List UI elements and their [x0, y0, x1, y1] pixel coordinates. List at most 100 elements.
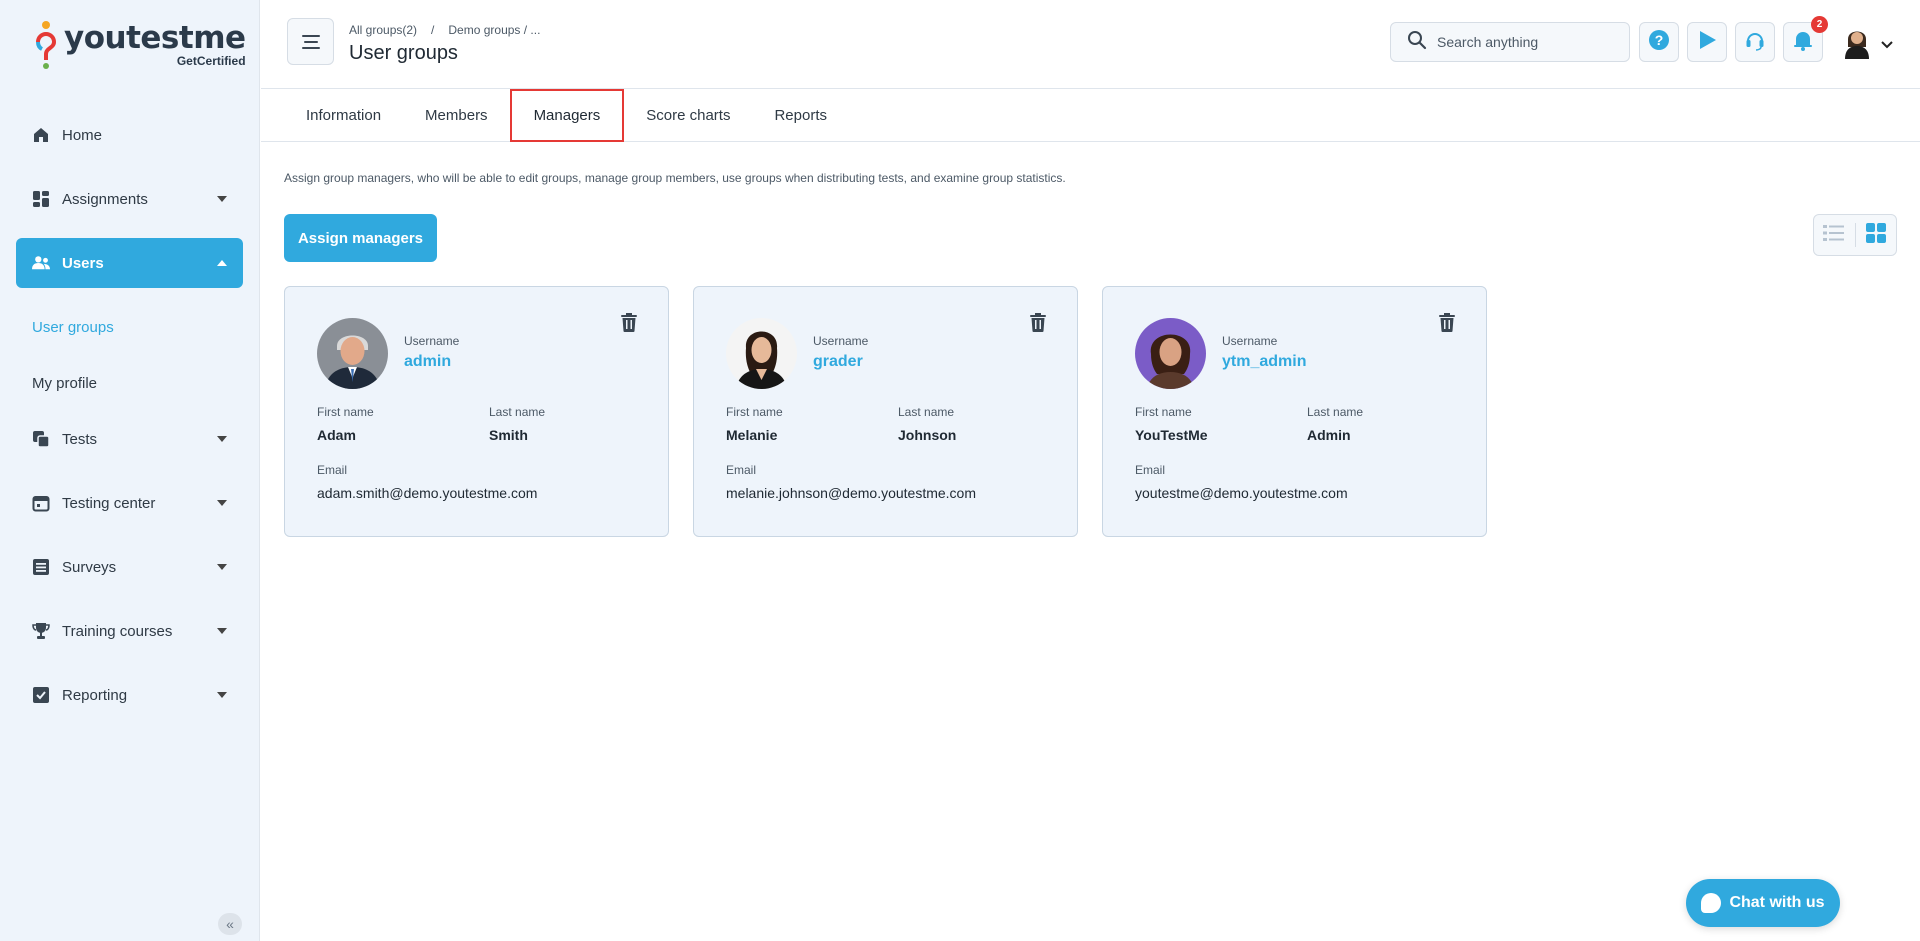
sidebar-item-label: Surveys	[62, 558, 117, 576]
list-view-button[interactable]	[1814, 215, 1855, 255]
username-link[interactable]: ytm_admin	[1222, 353, 1306, 371]
last-name-value: Admin	[1307, 427, 1351, 443]
page-description: Assign group managers, who will be able …	[284, 171, 1066, 185]
manager-card: Username ytm_admin First name YouTestMe …	[1102, 286, 1487, 537]
chevron-down-icon[interactable]	[1881, 36, 1893, 54]
manager-avatar	[317, 318, 388, 389]
sidebar-item-assignments[interactable]: Assignments	[16, 174, 243, 224]
logo-word-b: testme	[126, 20, 246, 56]
play-button[interactable]	[1687, 22, 1727, 62]
manager-avatar	[726, 318, 797, 389]
tab-reports[interactable]: Reports	[752, 89, 849, 142]
bell-icon	[1792, 29, 1814, 56]
username-link[interactable]: grader	[813, 353, 863, 371]
assign-managers-button[interactable]: Assign managers	[284, 214, 437, 262]
sidebar-item-label: Home	[62, 126, 103, 144]
sidebar-nav: Home Assignments Users User groups My pr…	[16, 110, 243, 734]
first-name-value: Melanie	[726, 427, 778, 443]
notifications-button[interactable]: 2	[1783, 16, 1828, 62]
header: All groups(2) / Demo groups / ... User g…	[261, 0, 1920, 89]
collapse-sidebar-button[interactable]: «	[218, 913, 242, 935]
breadcrumb-all-groups[interactable]: All groups(2)	[349, 23, 417, 37]
sidebar-item-label: Training courses	[62, 622, 173, 640]
sidebar-item-tests[interactable]: Tests	[16, 414, 243, 464]
logo-word-a: you	[64, 20, 127, 56]
first-name-label: First name	[726, 405, 783, 419]
chat-label: Chat with us	[1729, 894, 1825, 911]
search-box[interactable]	[1390, 22, 1630, 62]
tab-managers[interactable]: Managers	[509, 89, 625, 142]
sidebar-item-surveys[interactable]: Surveys	[16, 542, 243, 592]
users-icon	[32, 254, 50, 272]
sidebar-item-label: Users	[62, 254, 104, 272]
report-icon	[32, 686, 50, 704]
double-chevron-left-icon: «	[226, 916, 234, 932]
sidebar-item-home[interactable]: Home	[16, 110, 243, 160]
sidebar-item-label: Tests	[62, 430, 98, 448]
view-toggle	[1813, 214, 1897, 256]
breadcrumb-separator: /	[431, 23, 435, 37]
user-avatar[interactable]	[1842, 25, 1872, 59]
first-name-value: Adam	[317, 427, 356, 443]
sidebar-subitem-label: My profile	[32, 374, 98, 392]
sidebar-item-label: Reporting	[62, 686, 128, 704]
notification-badge: 2	[1811, 16, 1828, 33]
chevron-down-icon	[217, 564, 227, 570]
trash-icon	[621, 313, 637, 336]
search-input[interactable]	[1437, 34, 1617, 50]
tab-score-charts[interactable]: Score charts	[624, 89, 752, 142]
email-label: Email	[317, 463, 348, 477]
page-title: User groups	[349, 42, 458, 64]
help-button[interactable]: ?	[1639, 22, 1679, 62]
support-button[interactable]	[1735, 22, 1775, 62]
chat-with-us-button[interactable]: Chat with us	[1686, 879, 1840, 927]
delete-manager-button[interactable]	[621, 313, 637, 337]
menu-toggle-button[interactable]	[287, 18, 334, 65]
headset-icon	[1744, 29, 1766, 56]
grid-view-button[interactable]	[1855, 215, 1896, 255]
email-value: adam.smith@demo.youtestme.com	[317, 485, 538, 501]
trash-icon	[1439, 313, 1455, 336]
chevron-down-icon	[217, 196, 227, 202]
chevron-down-icon	[217, 500, 227, 506]
calendar-icon	[32, 494, 50, 512]
email-label: Email	[1135, 463, 1166, 477]
chevron-down-icon	[217, 692, 227, 698]
trash-icon	[1030, 313, 1046, 336]
last-name-label: Last name	[898, 405, 955, 419]
tab-members[interactable]: Members	[403, 89, 510, 142]
last-name-label: Last name	[489, 405, 546, 419]
manager-avatar	[1135, 318, 1206, 389]
logo[interactable]: youtestme GetCertified	[34, 20, 246, 72]
sidebar-item-testing-center[interactable]: Testing center	[16, 478, 243, 528]
list-icon	[32, 558, 50, 576]
chevron-down-icon	[217, 628, 227, 634]
list-view-icon	[1823, 224, 1845, 247]
last-name-value: Johnson	[898, 427, 957, 443]
help-icon: ?	[1648, 29, 1670, 56]
manager-card: Username grader First name Melanie Last …	[693, 286, 1078, 537]
sidebar-item-reporting[interactable]: Reporting	[16, 670, 243, 720]
chevron-up-icon	[217, 260, 227, 266]
email-value: youtestme@demo.youtestme.com	[1135, 485, 1348, 501]
chat-bubble-icon	[1701, 893, 1722, 913]
sidebar-subitem-my-profile[interactable]: My profile	[16, 358, 243, 408]
breadcrumb-demo-groups[interactable]: Demo groups / ...	[448, 23, 540, 37]
sidebar-subitem-user-groups[interactable]: User groups	[16, 302, 243, 352]
sidebar-subitem-label: User groups	[32, 318, 114, 336]
logo-mark-icon	[34, 20, 58, 72]
first-name-label: First name	[1135, 405, 1192, 419]
tab-information[interactable]: Information	[284, 89, 403, 142]
sidebar-item-training-courses[interactable]: Training courses	[16, 606, 243, 656]
username-link[interactable]: admin	[404, 353, 451, 371]
first-name-label: First name	[317, 405, 374, 419]
delete-manager-button[interactable]	[1030, 313, 1046, 337]
search-icon	[1407, 30, 1427, 55]
username-label: Username	[813, 334, 869, 348]
first-name-value: YouTestMe	[1135, 427, 1208, 443]
play-icon	[1696, 29, 1718, 56]
grid-view-icon	[1865, 222, 1886, 248]
delete-manager-button[interactable]	[1439, 313, 1455, 337]
email-label: Email	[726, 463, 757, 477]
sidebar-item-users[interactable]: Users	[16, 238, 243, 288]
